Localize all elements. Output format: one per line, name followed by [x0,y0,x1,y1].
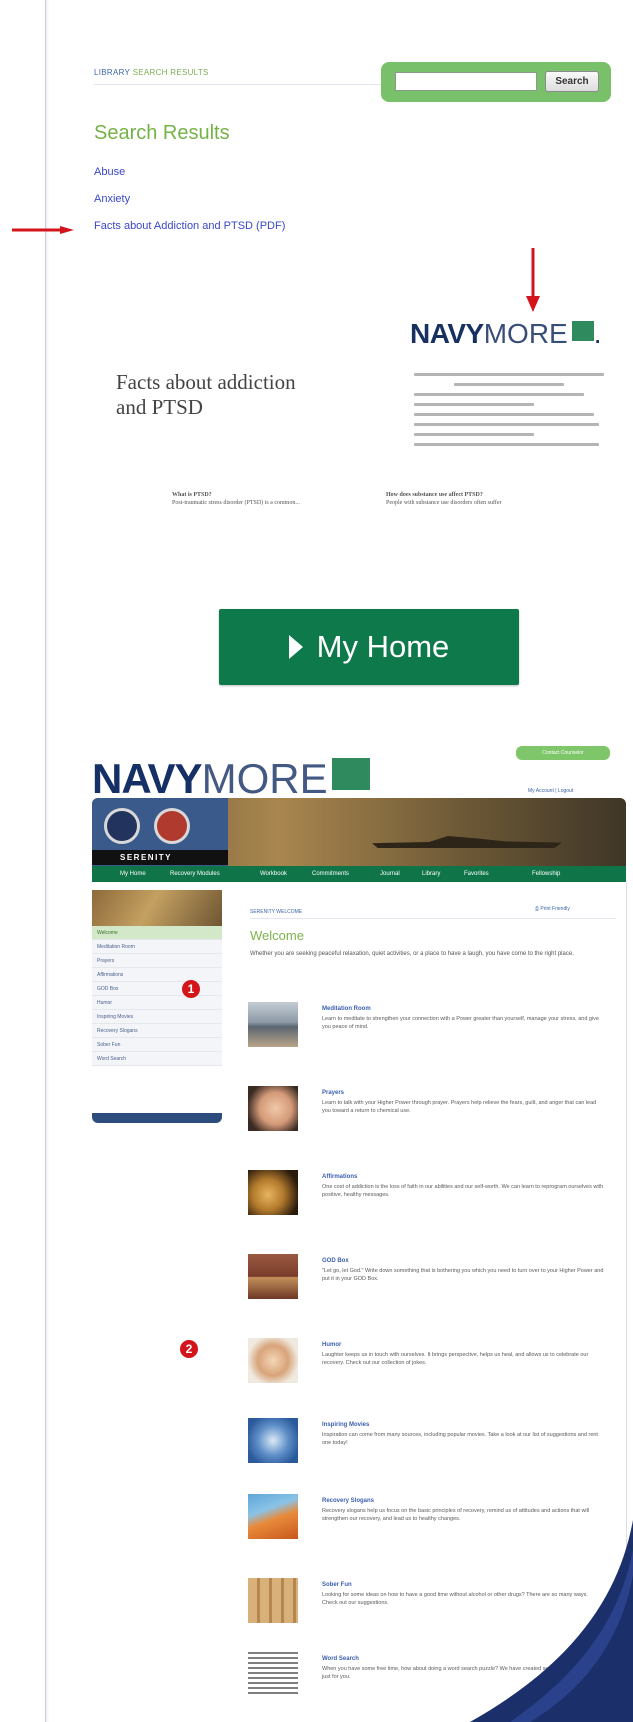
pdf-title: Facts about addiction and PTSD [116,370,296,419]
module-title-affirmations[interactable]: Affirmations [322,1174,357,1180]
nav-item-library[interactable]: Library [422,866,440,882]
module-desc-meditation-room: Learn to meditate to strengthen your con… [322,1016,599,1030]
red-arrow-down-icon [526,248,540,312]
search-box: Search [381,62,611,102]
module-desc-inspiring-movies: Inspiration can come from many sources, … [322,1432,598,1446]
result-link-addiction-ptsd[interactable]: Facts about Addiction and PTSD (PDF) [94,220,285,232]
sidebar-item-recovery-slogans[interactable]: Recovery Slogans [92,1024,222,1038]
module-desc-affirmations: One cost of addiction is the loss of fai… [322,1184,604,1198]
sidebar-item-welcome[interactable]: Welcome [92,926,222,940]
breadcrumb-current: SEARCH RESULTS [132,68,209,77]
sidebar-item-humor[interactable]: Humor [92,996,222,1010]
sidebar-item-sober-fun[interactable]: Sober Fun [92,1038,222,1052]
module-title-word-search[interactable]: Word Search [322,1656,359,1662]
recovery-slogans-thumbnail[interactable] [248,1494,298,1539]
module-desc-prayers: Learn to talk with your Higher Power thr… [322,1100,597,1114]
module-desc-humor: Laughter keeps us in touch with ourselve… [322,1352,589,1366]
sober-fun-thumbnail[interactable] [248,1578,298,1623]
nav-item-journal[interactable]: Journal [380,866,400,882]
sidebar-footer [92,1113,222,1123]
module-title-prayers[interactable]: Prayers [322,1090,344,1096]
welcome-intro: Whether you are seeking peaceful relaxat… [250,951,574,957]
module-desc-god-box: "Let go, let God." Write down something … [322,1268,604,1282]
divider [94,84,384,85]
word-search-thumbnail[interactable] [248,1652,298,1697]
nav-item-workbook[interactable]: Workbook [260,866,287,882]
program-name: SERENITY [92,850,228,865]
god-box-thumbnail[interactable] [248,1254,298,1299]
navy-seal-icon [104,808,140,844]
nav-item-my-home[interactable]: My Home [120,866,146,882]
sidebar-item-meditation-room[interactable]: Meditation Room [92,940,222,954]
module-title-god-box[interactable]: GOD Box [322,1258,349,1264]
page-left-rule [45,0,49,1722]
module-title-humor[interactable]: Humor [322,1342,341,1348]
account-links[interactable]: My Account | Logout [528,788,573,794]
meditation-room-thumbnail[interactable] [248,1002,298,1047]
module-title-meditation-room[interactable]: Meditation Room [322,1006,371,1012]
sidebar-item-inspiring-movies[interactable]: Inspiring Movies [92,1010,222,1024]
sidebar-item-affirmations[interactable]: Affirmations [92,968,222,982]
ship-silhouette-icon [372,836,562,848]
result-link-anxiety[interactable]: Anxiety [94,193,130,205]
callout-badge-1: 1 [182,980,200,998]
red-arrow-right-icon [12,226,74,234]
welcome-title: Welcome [250,928,304,943]
module-title-inspiring-movies[interactable]: Inspiring Movies [322,1422,369,1428]
divider [250,918,616,919]
result-link-abuse[interactable]: Abuse [94,166,125,178]
breadcrumb: LIBRARY SEARCH RESULTS [94,68,209,77]
search-input[interactable] [395,72,537,91]
pdf-sub-left-text: Post-traumatic stress disorder (PTSD) is… [172,500,300,506]
inspiring-movies-thumbnail[interactable] [248,1418,298,1463]
pdf-sub-right-text: People with substance use disorders ofte… [386,500,502,506]
pdf-sub-right-title: How does substance use affect PTSD? [386,492,483,498]
nav-item-fellowship[interactable]: Fellowship [532,866,560,882]
site-logo: NAVYMORE [92,758,370,800]
pdf-logo: NAVYMORE. [410,318,602,349]
nav-item-recovery-modules[interactable]: Recovery Modules [170,866,220,882]
module-title-recovery-slogans[interactable]: Recovery Slogans [322,1498,374,1504]
logo-mark-icon [331,758,370,790]
sidebar-image [92,890,222,926]
sidebar-item-word-search[interactable]: Word Search [92,1052,222,1066]
nav-item-commitments[interactable]: Commitments [312,866,349,882]
breadcrumb-library[interactable]: LIBRARY [94,68,130,77]
sidebar-item-god-box[interactable]: GOD Box [92,982,222,996]
pdf-sub-left-title: What is PTSD? [172,492,212,498]
logo-mark-icon [571,321,594,341]
search-button[interactable]: Search [545,71,599,92]
callout-badge-2: 2 [180,1340,198,1358]
site-nav: My Home Recovery Modules Workbook Commit… [92,866,626,882]
corner-swoosh [470,1520,633,1722]
contact-counselor-button[interactable]: Contact Counselor [516,746,610,760]
print-friendly-link[interactable]: ⎙ Print Friendly [535,906,570,912]
nav-item-favorites[interactable]: Favorites [464,866,489,882]
prayers-thumbnail[interactable] [248,1086,298,1131]
pdf-contact-info [414,373,604,453]
sidebar: Welcome Meditation Room Prayers Affirmat… [92,926,222,1066]
module-title-sober-fun[interactable]: Sober Fun [322,1582,352,1588]
play-triangle-icon [288,635,303,659]
content-breadcrumb: SERENITY WELCOME [250,909,303,915]
humor-thumbnail[interactable] [248,1338,298,1383]
marine-seal-icon [154,808,190,844]
page-title: Search Results [94,122,230,144]
my-home-label: My Home [316,629,450,664]
my-home-button[interactable]: My Home [219,609,519,685]
affirmations-thumbnail[interactable] [248,1170,298,1215]
sidebar-item-prayers[interactable]: Prayers [92,954,222,968]
